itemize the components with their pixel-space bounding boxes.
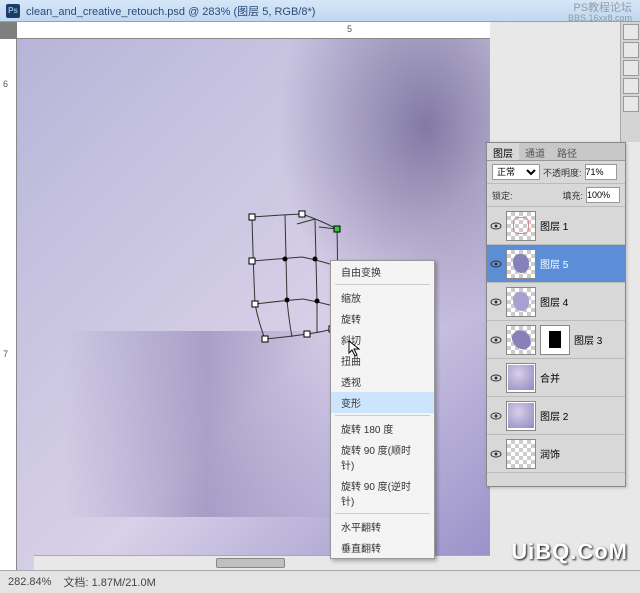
palette-dock[interactable] bbox=[620, 22, 640, 142]
opacity-label: 不透明度: bbox=[543, 166, 582, 179]
menu-rotate-90ccw[interactable]: 旋转 90 度(逆时针) bbox=[331, 475, 434, 511]
layer-name[interactable]: 润饰 bbox=[540, 446, 560, 461]
layer-row[interactable]: 合并 bbox=[487, 359, 625, 397]
menu-distort[interactable]: 扭曲 bbox=[331, 350, 434, 371]
transform-context-menu: 自由变换 缩放 旋转 斜切 扭曲 透视 变形 旋转 180 度 旋转 90 度(… bbox=[330, 260, 435, 559]
warp-handle[interactable] bbox=[252, 301, 259, 308]
warp-handle[interactable] bbox=[299, 211, 306, 218]
visibility-icon[interactable] bbox=[490, 372, 502, 384]
blend-mode-select[interactable]: 正常 bbox=[492, 164, 540, 180]
ruler-vertical[interactable]: 6 7 bbox=[0, 39, 17, 570]
menu-separator bbox=[335, 513, 430, 514]
dock-icon[interactable] bbox=[623, 78, 639, 94]
layer-name[interactable]: 合并 bbox=[540, 370, 560, 385]
menu-rotate[interactable]: 旋转 bbox=[331, 308, 434, 329]
menu-flip-h[interactable]: 水平翻转 bbox=[331, 516, 434, 537]
blend-row: 正常 不透明度: bbox=[487, 161, 625, 184]
layer-thumb[interactable] bbox=[506, 363, 536, 393]
dock-icon[interactable] bbox=[623, 60, 639, 76]
document-title: clean_and_creative_retouch.psd @ 283% (图… bbox=[26, 3, 315, 19]
layer-row[interactable]: 图层 2 bbox=[487, 397, 625, 435]
visibility-icon[interactable] bbox=[490, 448, 502, 460]
tab-layers[interactable]: 图层 bbox=[487, 143, 519, 160]
layer-mask-thumb[interactable] bbox=[540, 325, 570, 355]
tab-channels[interactable]: 通道 bbox=[519, 143, 551, 160]
menu-rotate-90cw[interactable]: 旋转 90 度(顺时针) bbox=[331, 439, 434, 475]
visibility-icon[interactable] bbox=[490, 334, 502, 346]
menu-separator bbox=[335, 284, 430, 285]
menu-scale[interactable]: 缩放 bbox=[331, 287, 434, 308]
layer-row[interactable]: 图层 1 bbox=[487, 207, 625, 245]
layer-row[interactable]: 图层 4 bbox=[487, 283, 625, 321]
layer-thumb[interactable] bbox=[506, 325, 536, 355]
layer-list: 图层 1 图层 5 图层 4 图层 3 合并 图层 2 bbox=[487, 207, 625, 487]
layer-name[interactable]: 图层 2 bbox=[540, 408, 568, 423]
layer-name[interactable]: 图层 1 bbox=[540, 218, 568, 233]
menu-perspective[interactable]: 透视 bbox=[331, 371, 434, 392]
doc-size: 文档: 1.87M/21.0M bbox=[63, 574, 155, 590]
layers-panel: 图层 通道 路径 正常 不透明度: 锁定: 填充: 图层 1 图层 5 图层 4 bbox=[486, 142, 626, 487]
statusbar: 282.84% 文档: 1.87M/21.0M bbox=[0, 570, 640, 593]
warp-handle[interactable] bbox=[304, 331, 311, 338]
layer-thumb[interactable] bbox=[506, 287, 536, 317]
menu-separator bbox=[335, 415, 430, 416]
layer-thumb[interactable] bbox=[506, 211, 536, 241]
layer-name[interactable]: 图层 4 bbox=[540, 294, 568, 309]
visibility-icon[interactable] bbox=[490, 220, 502, 232]
panel-tabs: 图层 通道 路径 bbox=[487, 143, 625, 161]
menu-warp[interactable]: 变形 bbox=[331, 392, 434, 413]
layer-name[interactable]: 图层 3 bbox=[574, 332, 602, 347]
lock-row: 锁定: 填充: bbox=[487, 184, 625, 207]
menu-rotate-180[interactable]: 旋转 180 度 bbox=[331, 418, 434, 439]
ps-icon: Ps bbox=[6, 4, 20, 18]
warp-handle[interactable] bbox=[262, 336, 269, 343]
watermark-top: PS教程论坛 BBS.16xx8.com bbox=[568, 2, 632, 24]
ruler-horizontal[interactable]: 5 bbox=[17, 22, 490, 39]
warp-handle[interactable] bbox=[249, 258, 256, 265]
visibility-icon[interactable] bbox=[490, 258, 502, 270]
warp-handle[interactable] bbox=[249, 214, 256, 221]
layer-row[interactable]: 图层 3 bbox=[487, 321, 625, 359]
fill-input[interactable] bbox=[586, 187, 620, 203]
opacity-input[interactable] bbox=[585, 164, 617, 180]
layer-thumb[interactable] bbox=[506, 401, 536, 431]
image-fold bbox=[64, 331, 348, 517]
layer-name[interactable]: 图层 5 bbox=[540, 256, 568, 271]
warp-anchor[interactable] bbox=[285, 298, 290, 303]
layer-row[interactable]: 润饰 bbox=[487, 435, 625, 473]
tab-paths[interactable]: 路径 bbox=[551, 143, 583, 160]
lock-label: 锁定: bbox=[492, 189, 513, 202]
fill-label: 填充: bbox=[562, 189, 583, 202]
warp-anchor[interactable] bbox=[313, 257, 318, 262]
scroll-thumb[interactable] bbox=[216, 558, 284, 568]
warp-anchor[interactable] bbox=[283, 257, 288, 262]
dock-icon[interactable] bbox=[623, 42, 639, 58]
document-titlebar: Ps clean_and_creative_retouch.psd @ 283%… bbox=[0, 0, 640, 22]
watermark-bottom: UiBQ.CoM bbox=[511, 539, 628, 565]
menu-flip-v[interactable]: 垂直翻转 bbox=[331, 537, 434, 558]
visibility-icon[interactable] bbox=[490, 296, 502, 308]
layer-row-selected[interactable]: 图层 5 bbox=[487, 245, 625, 283]
zoom-level[interactable]: 282.84% bbox=[8, 576, 51, 588]
layer-thumb[interactable] bbox=[506, 249, 536, 279]
visibility-icon[interactable] bbox=[490, 410, 502, 422]
warp-handle-active[interactable] bbox=[334, 226, 341, 233]
layer-thumb[interactable] bbox=[506, 439, 536, 469]
menu-skew[interactable]: 斜切 bbox=[331, 329, 434, 350]
warp-anchor[interactable] bbox=[315, 299, 320, 304]
dock-icon[interactable] bbox=[623, 24, 639, 40]
menu-free-transform[interactable]: 自由变换 bbox=[331, 261, 434, 282]
dock-icon[interactable] bbox=[623, 96, 639, 112]
